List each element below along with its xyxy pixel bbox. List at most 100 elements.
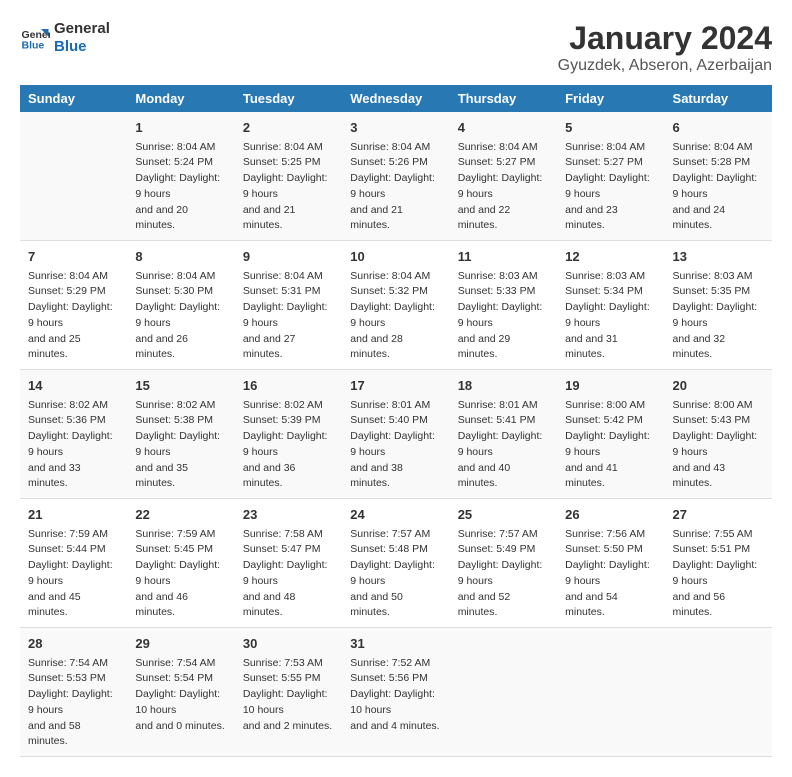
daylight-text-line2: and and 28 minutes.	[350, 332, 441, 364]
daylight-text-line1: Daylight: Daylight: 9 hours	[243, 558, 334, 590]
day-number: 10	[350, 247, 441, 267]
daylight-text-line1: Daylight: Daylight: 9 hours	[135, 171, 226, 203]
day-number: 25	[458, 505, 549, 525]
sunrise-text: Sunrise: 8:00 AM	[565, 398, 656, 414]
daylight-text-line1: Daylight: Daylight: 9 hours	[350, 558, 441, 590]
calendar-cell: 18Sunrise: 8:01 AMSunset: 5:41 PMDayligh…	[450, 370, 557, 499]
daylight-text-line1: Daylight: Daylight: 9 hours	[350, 429, 441, 461]
sunrise-text: Sunrise: 8:04 AM	[243, 140, 334, 156]
day-info: Sunrise: 8:01 AMSunset: 5:41 PMDaylight:…	[458, 398, 549, 493]
sunrise-text: Sunrise: 8:04 AM	[28, 269, 119, 285]
calendar-cell: 4Sunrise: 8:04 AMSunset: 5:27 PMDaylight…	[450, 112, 557, 241]
calendar-cell: 19Sunrise: 8:00 AMSunset: 5:42 PMDayligh…	[557, 370, 664, 499]
calendar-cell: 23Sunrise: 7:58 AMSunset: 5:47 PMDayligh…	[235, 499, 342, 628]
day-number: 15	[135, 376, 226, 396]
page-subtitle: Gyuzdek, Abseron, Azerbaijan	[558, 57, 772, 75]
sunset-text: Sunset: 5:28 PM	[673, 155, 764, 171]
daylight-text-line2: and and 58 minutes.	[28, 719, 119, 751]
daylight-text-line2: and and 23 minutes.	[565, 203, 656, 235]
calendar-cell: 16Sunrise: 8:02 AMSunset: 5:39 PMDayligh…	[235, 370, 342, 499]
calendar-cell: 10Sunrise: 8:04 AMSunset: 5:32 PMDayligh…	[342, 241, 449, 370]
sunset-text: Sunset: 5:33 PM	[458, 284, 549, 300]
day-info: Sunrise: 8:00 AMSunset: 5:43 PMDaylight:…	[673, 398, 764, 493]
calendar-cell: 14Sunrise: 8:02 AMSunset: 5:36 PMDayligh…	[20, 370, 127, 499]
daylight-text-line2: and and 45 minutes.	[28, 590, 119, 622]
daylight-text-line2: and and 52 minutes.	[458, 590, 549, 622]
sunset-text: Sunset: 5:30 PM	[135, 284, 226, 300]
sunset-text: Sunset: 5:44 PM	[28, 542, 119, 558]
daylight-text-line1: Daylight: Daylight: 9 hours	[565, 300, 656, 332]
daylight-text-line1: Daylight: Daylight: 9 hours	[565, 171, 656, 203]
day-number: 20	[673, 376, 764, 396]
day-info: Sunrise: 8:04 AMSunset: 5:24 PMDaylight:…	[135, 140, 226, 235]
sunrise-text: Sunrise: 8:04 AM	[135, 269, 226, 285]
daylight-text-line1: Daylight: Daylight: 9 hours	[28, 429, 119, 461]
logo-text-line2: Blue	[54, 38, 110, 56]
daylight-text-line2: and and 25 minutes.	[28, 332, 119, 364]
daylight-text-line2: and and 40 minutes.	[458, 461, 549, 493]
sunset-text: Sunset: 5:27 PM	[458, 155, 549, 171]
day-info: Sunrise: 7:52 AMSunset: 5:56 PMDaylight:…	[350, 656, 441, 735]
daylight-text-line1: Daylight: Daylight: 9 hours	[565, 429, 656, 461]
daylight-text-line1: Daylight: Daylight: 9 hours	[673, 171, 764, 203]
day-number: 14	[28, 376, 119, 396]
sunset-text: Sunset: 5:49 PM	[458, 542, 549, 558]
calendar-week-row: 7Sunrise: 8:04 AMSunset: 5:29 PMDaylight…	[20, 241, 772, 370]
daylight-text-line2: and and 26 minutes.	[135, 332, 226, 364]
day-info: Sunrise: 8:04 AMSunset: 5:26 PMDaylight:…	[350, 140, 441, 235]
day-number: 2	[243, 118, 334, 138]
sunset-text: Sunset: 5:25 PM	[243, 155, 334, 171]
sunset-text: Sunset: 5:56 PM	[350, 671, 441, 687]
calendar-cell: 9Sunrise: 8:04 AMSunset: 5:31 PMDaylight…	[235, 241, 342, 370]
sunrise-text: Sunrise: 7:56 AM	[565, 527, 656, 543]
day-number: 30	[243, 634, 334, 654]
logo-icon: General Blue	[20, 23, 50, 53]
calendar-cell: 29Sunrise: 7:54 AMSunset: 5:54 PMDayligh…	[127, 628, 234, 757]
day-number: 4	[458, 118, 549, 138]
day-info: Sunrise: 7:59 AMSunset: 5:44 PMDaylight:…	[28, 527, 119, 622]
calendar-cell: 22Sunrise: 7:59 AMSunset: 5:45 PMDayligh…	[127, 499, 234, 628]
daylight-text-line2: and and 20 minutes.	[135, 203, 226, 235]
daylight-text-line1: Daylight: Daylight: 9 hours	[135, 300, 226, 332]
calendar-table: SundayMondayTuesdayWednesdayThursdayFrid…	[20, 85, 772, 757]
daylight-text-line1: Daylight: Daylight: 9 hours	[458, 171, 549, 203]
daylight-text-line1: Daylight: Daylight: 9 hours	[28, 558, 119, 590]
calendar-week-row: 21Sunrise: 7:59 AMSunset: 5:44 PMDayligh…	[20, 499, 772, 628]
day-info: Sunrise: 8:04 AMSunset: 5:27 PMDaylight:…	[458, 140, 549, 235]
sunset-text: Sunset: 5:31 PM	[243, 284, 334, 300]
daylight-text-line2: and and 56 minutes.	[673, 590, 764, 622]
calendar-week-row: 28Sunrise: 7:54 AMSunset: 5:53 PMDayligh…	[20, 628, 772, 757]
page-title: January 2024	[558, 20, 772, 57]
header: General Blue General Blue January 2024 G…	[20, 20, 772, 75]
daylight-text-line2: and and 4 minutes.	[350, 719, 441, 735]
day-info: Sunrise: 7:55 AMSunset: 5:51 PMDaylight:…	[673, 527, 764, 622]
day-info: Sunrise: 8:04 AMSunset: 5:32 PMDaylight:…	[350, 269, 441, 364]
weekday-header-thursday: Thursday	[450, 85, 557, 112]
daylight-text-line1: Daylight: Daylight: 9 hours	[135, 558, 226, 590]
weekday-header-tuesday: Tuesday	[235, 85, 342, 112]
sunrise-text: Sunrise: 8:04 AM	[458, 140, 549, 156]
calendar-cell: 21Sunrise: 7:59 AMSunset: 5:44 PMDayligh…	[20, 499, 127, 628]
day-number: 26	[565, 505, 656, 525]
calendar-cell: 24Sunrise: 7:57 AMSunset: 5:48 PMDayligh…	[342, 499, 449, 628]
sunset-text: Sunset: 5:38 PM	[135, 413, 226, 429]
daylight-text-line2: and and 46 minutes.	[135, 590, 226, 622]
calendar-cell: 11Sunrise: 8:03 AMSunset: 5:33 PMDayligh…	[450, 241, 557, 370]
sunrise-text: Sunrise: 7:53 AM	[243, 656, 334, 672]
sunrise-text: Sunrise: 7:55 AM	[673, 527, 764, 543]
sunrise-text: Sunrise: 8:02 AM	[135, 398, 226, 414]
svg-text:Blue: Blue	[22, 40, 45, 52]
daylight-text-line2: and and 33 minutes.	[28, 461, 119, 493]
sunset-text: Sunset: 5:26 PM	[350, 155, 441, 171]
day-number: 24	[350, 505, 441, 525]
calendar-cell: 25Sunrise: 7:57 AMSunset: 5:49 PMDayligh…	[450, 499, 557, 628]
day-number: 28	[28, 634, 119, 654]
day-info: Sunrise: 7:58 AMSunset: 5:47 PMDaylight:…	[243, 527, 334, 622]
day-number: 31	[350, 634, 441, 654]
calendar-cell: 8Sunrise: 8:04 AMSunset: 5:30 PMDaylight…	[127, 241, 234, 370]
day-info: Sunrise: 7:54 AMSunset: 5:53 PMDaylight:…	[28, 656, 119, 751]
calendar-cell: 26Sunrise: 7:56 AMSunset: 5:50 PMDayligh…	[557, 499, 664, 628]
calendar-cell: 28Sunrise: 7:54 AMSunset: 5:53 PMDayligh…	[20, 628, 127, 757]
calendar-cell: 13Sunrise: 8:03 AMSunset: 5:35 PMDayligh…	[665, 241, 772, 370]
calendar-cell: 5Sunrise: 8:04 AMSunset: 5:27 PMDaylight…	[557, 112, 664, 241]
